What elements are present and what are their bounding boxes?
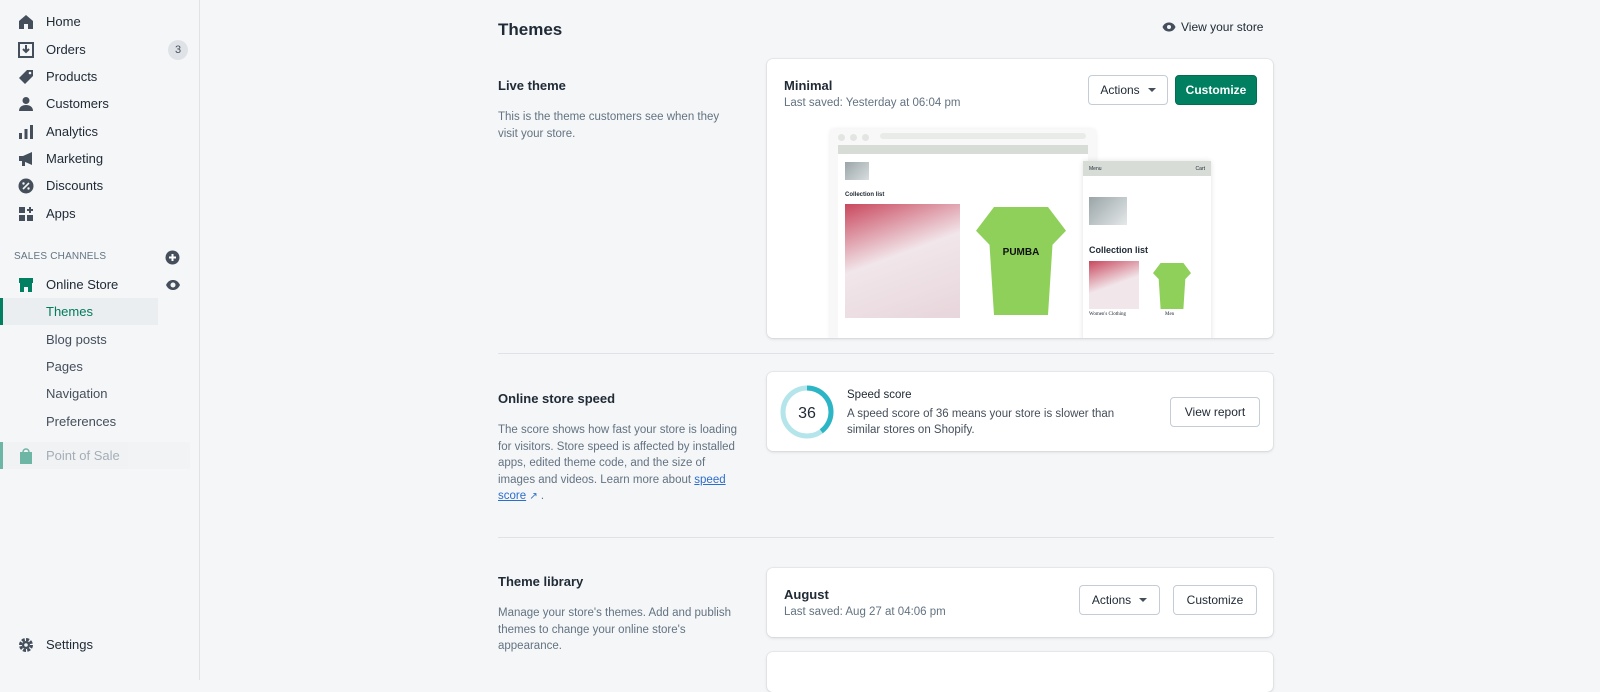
- library-theme-name: August: [784, 587, 829, 602]
- orders-badge: 3: [168, 39, 188, 60]
- nav-marketing[interactable]: Marketing: [0, 145, 200, 172]
- eye-icon: [1162, 22, 1176, 32]
- library-actions-button[interactable]: Actions: [1079, 585, 1160, 615]
- view-report-button[interactable]: View report: [1170, 397, 1260, 427]
- nav-discounts[interactable]: Discounts: [0, 172, 200, 199]
- theme-preview: Collection list PUMBA: [830, 129, 1096, 338]
- nav-themes[interactable]: Themes: [0, 298, 158, 325]
- divider: [498, 353, 1274, 354]
- nav-settings[interactable]: Settings: [0, 631, 200, 658]
- page-title: Themes: [498, 20, 563, 39]
- nav-customers[interactable]: Customers: [0, 90, 200, 117]
- speed-card: 36 Speed score A speed score of 36 means…: [767, 372, 1273, 451]
- person-icon: [17, 95, 35, 113]
- home-icon: [17, 13, 35, 31]
- nav-preferences[interactable]: Preferences: [0, 408, 200, 435]
- live-theme-description: This is the theme customers see when the…: [498, 111, 720, 140]
- theme-library-description: Manage your store's themes. Add and publ…: [498, 607, 731, 652]
- external-link-icon: ↗: [529, 491, 538, 502]
- nav-orders[interactable]: Orders 3: [0, 36, 200, 63]
- live-theme-name: Minimal: [784, 78, 833, 93]
- speed-score-label: Speed score: [847, 389, 912, 401]
- sidebar: Home Orders 3 Products Customers Analytic…: [0, 0, 200, 680]
- nav-analytics[interactable]: Analytics: [0, 118, 200, 145]
- view-store-link[interactable]: View your store: [1162, 20, 1263, 34]
- tag-icon: [17, 68, 35, 86]
- speed-description: The score shows how fast your store is l…: [498, 424, 738, 502]
- live-theme-heading: Live theme: [498, 78, 566, 93]
- apps-icon: [17, 205, 35, 223]
- nav-products[interactable]: Products: [0, 63, 200, 90]
- library-theme-card: August Last saved: Aug 27 at 04:06 pm Ac…: [767, 568, 1273, 637]
- store-icon: [17, 276, 35, 294]
- caret-down-icon: [1139, 598, 1148, 602]
- nav-apps[interactable]: Apps: [0, 200, 200, 227]
- nav-point-of-sale[interactable]: Point of Sale: [0, 442, 190, 469]
- megaphone-icon: [17, 150, 35, 168]
- theme-library-heading: Theme library: [498, 574, 584, 589]
- view-store-eye-icon[interactable]: [165, 278, 181, 294]
- live-theme-customize-button[interactable]: Customize: [1175, 75, 1257, 105]
- live-theme-last-saved: Last saved: Yesterday at 06:04 pm: [784, 97, 961, 109]
- add-channel-icon[interactable]: [165, 250, 180, 268]
- shopping-bag-icon: [17, 447, 35, 465]
- nav-home[interactable]: Home: [0, 8, 200, 35]
- nav-blog-posts[interactable]: Blog posts: [0, 326, 200, 353]
- nav-navigation[interactable]: Navigation: [0, 380, 200, 407]
- speed-heading: Online store speed: [498, 391, 616, 406]
- speed-score-value: 36: [798, 405, 816, 422]
- live-theme-actions-button[interactable]: Actions: [1088, 75, 1168, 105]
- caret-down-icon: [1147, 88, 1156, 92]
- speed-score-text: A speed score of 36 means your store is …: [847, 408, 1115, 436]
- divider: [498, 537, 1274, 538]
- discount-icon: [17, 177, 35, 195]
- library-theme-card-2: [767, 652, 1273, 692]
- bar-chart-icon: [17, 123, 35, 141]
- mobile-preview: Menu Cart Collection list Women's Clothin…: [1083, 161, 1211, 338]
- library-customize-button[interactable]: Customize: [1173, 585, 1257, 615]
- nav-pages[interactable]: Pages: [0, 353, 200, 380]
- live-theme-card: Minimal Last saved: Yesterday at 06:04 p…: [767, 59, 1273, 338]
- gear-icon: [17, 636, 35, 654]
- library-theme-last-saved: Last saved: Aug 27 at 04:06 pm: [784, 606, 946, 618]
- speed-gauge: 36: [780, 385, 834, 439]
- sales-channels-heading: SALES CHANNELS: [14, 251, 107, 262]
- orders-icon: [17, 41, 35, 59]
